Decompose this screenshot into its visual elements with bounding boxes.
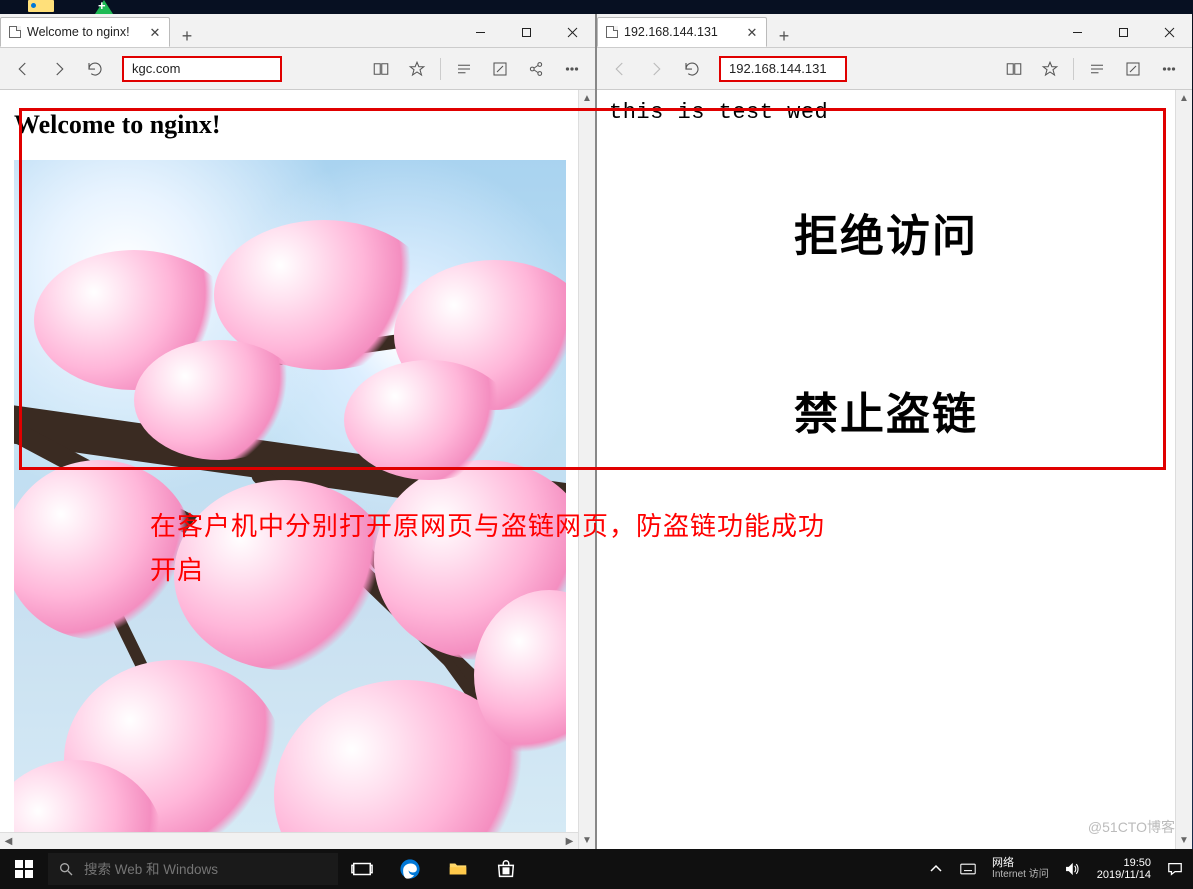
taskbar-search[interactable] xyxy=(48,853,338,885)
scroll-left-icon[interactable]: ◀ xyxy=(0,833,17,850)
highlight-box xyxy=(19,108,1166,470)
hub-button[interactable] xyxy=(1080,53,1114,85)
tab-bar: Welcome to nginx! ✕ + xyxy=(0,14,595,48)
scroll-right-icon[interactable]: ▶ xyxy=(561,833,578,850)
refresh-button[interactable] xyxy=(78,53,112,85)
vertical-scrollbar[interactable]: ▲ ▼ xyxy=(1175,90,1192,849)
tray-up-icon xyxy=(928,861,944,877)
desktop-top-strip: + xyxy=(0,0,1193,14)
task-view-button[interactable] xyxy=(338,849,386,889)
separator xyxy=(1073,58,1074,80)
network-status[interactable]: 网络 Internet 访问 xyxy=(986,849,1055,889)
webnote-button[interactable] xyxy=(483,53,517,85)
separator xyxy=(440,58,441,80)
annotation-text: 在客户机中分别打开原网页与盗链网页，防盗链功能成功 开启 xyxy=(150,505,1120,593)
minimize-button[interactable] xyxy=(1054,17,1100,47)
hub-button[interactable] xyxy=(447,53,481,85)
scroll-up-icon[interactable]: ▲ xyxy=(1176,90,1193,107)
more-button[interactable] xyxy=(1152,53,1186,85)
scroll-down-icon[interactable]: ▼ xyxy=(1176,832,1193,849)
back-button[interactable] xyxy=(603,53,637,85)
url-text: 192.168.144.131 xyxy=(729,61,827,76)
edge-taskbar-button[interactable] xyxy=(386,849,434,889)
tab-close-button[interactable]: ✕ xyxy=(744,25,760,41)
address-bar[interactable]: kgc.com xyxy=(122,56,282,82)
action-center-icon xyxy=(1167,861,1183,877)
desktop: + Welcome to nginx! ✕ + xyxy=(0,0,1193,889)
window-controls xyxy=(1054,17,1192,47)
ime-button[interactable] xyxy=(954,849,982,889)
close-window-button[interactable] xyxy=(1146,17,1192,47)
scroll-down-icon[interactable]: ▼ xyxy=(579,832,596,849)
reading-view-button[interactable] xyxy=(997,53,1031,85)
page-icon xyxy=(606,26,618,38)
volume-button[interactable] xyxy=(1059,849,1087,889)
task-view-icon xyxy=(351,858,373,880)
scroll-up-icon[interactable]: ▲ xyxy=(579,90,596,107)
annotation-line2: 开启 xyxy=(150,556,204,585)
tab-active[interactable]: 192.168.144.131 ✕ xyxy=(597,17,767,47)
file-explorer-icon xyxy=(447,858,469,880)
address-bar[interactable]: 192.168.144.131 xyxy=(719,56,847,82)
clock[interactable]: 19:50 2019/11/14 xyxy=(1091,849,1157,889)
plus-label: + xyxy=(98,0,106,13)
favorite-button[interactable] xyxy=(400,53,434,85)
refresh-button[interactable] xyxy=(675,53,709,85)
webnote-button[interactable] xyxy=(1116,53,1150,85)
more-button[interactable] xyxy=(555,53,589,85)
search-input[interactable] xyxy=(84,862,328,877)
page-icon xyxy=(9,26,21,38)
favorite-button[interactable] xyxy=(1033,53,1067,85)
tray-up-button[interactable] xyxy=(922,849,950,889)
maximize-button[interactable] xyxy=(1100,17,1146,47)
minimize-button[interactable] xyxy=(457,17,503,47)
window-controls xyxy=(457,17,595,47)
watermark: @51CTO博客 xyxy=(1088,817,1175,837)
taskbar: 网络 Internet 访问 19:50 2019/11/14 xyxy=(0,849,1193,889)
forward-button[interactable] xyxy=(42,53,76,85)
search-icon xyxy=(58,861,74,877)
toolbar: kgc.com xyxy=(0,48,595,90)
ime-keyboard-icon xyxy=(960,861,976,877)
annotation-line1: 在客户机中分别打开原网页与盗链网页，防盗链功能成功 xyxy=(150,512,825,541)
toolbar: 192.168.144.131 xyxy=(597,48,1192,90)
network-sub: Internet 访问 xyxy=(992,870,1049,881)
tab-bar: 192.168.144.131 ✕ + xyxy=(597,14,1192,48)
start-icon xyxy=(15,860,33,878)
folder-icon xyxy=(28,0,54,12)
clock-date: 2019/11/14 xyxy=(1097,869,1151,881)
close-window-button[interactable] xyxy=(549,17,595,47)
forward-button[interactable] xyxy=(639,53,673,85)
system-tray: 网络 Internet 访问 19:50 2019/11/14 xyxy=(922,849,1193,889)
edge-icon xyxy=(399,858,421,880)
reading-view-button[interactable] xyxy=(364,53,398,85)
back-button[interactable] xyxy=(6,53,40,85)
store-icon xyxy=(495,858,517,880)
clock-time: 19:50 xyxy=(1123,857,1151,869)
file-explorer-button[interactable] xyxy=(434,849,482,889)
tab-title: 192.168.144.131 xyxy=(624,25,718,39)
action-center-button[interactable] xyxy=(1161,849,1189,889)
new-tab-button[interactable]: + xyxy=(767,26,801,47)
network-label: 网络 xyxy=(992,858,1014,870)
store-button[interactable] xyxy=(482,849,530,889)
horizontal-scrollbar[interactable]: ◀ ▶ xyxy=(0,832,578,849)
volume-icon xyxy=(1065,861,1081,877)
share-button[interactable] xyxy=(519,53,553,85)
maximize-button[interactable] xyxy=(503,17,549,47)
tab-close-button[interactable]: ✕ xyxy=(147,25,163,41)
tab-active[interactable]: Welcome to nginx! ✕ xyxy=(0,17,170,47)
new-tab-button[interactable]: + xyxy=(170,26,204,47)
start-button[interactable] xyxy=(0,849,48,889)
url-text: kgc.com xyxy=(132,61,180,76)
tab-title: Welcome to nginx! xyxy=(27,25,130,39)
